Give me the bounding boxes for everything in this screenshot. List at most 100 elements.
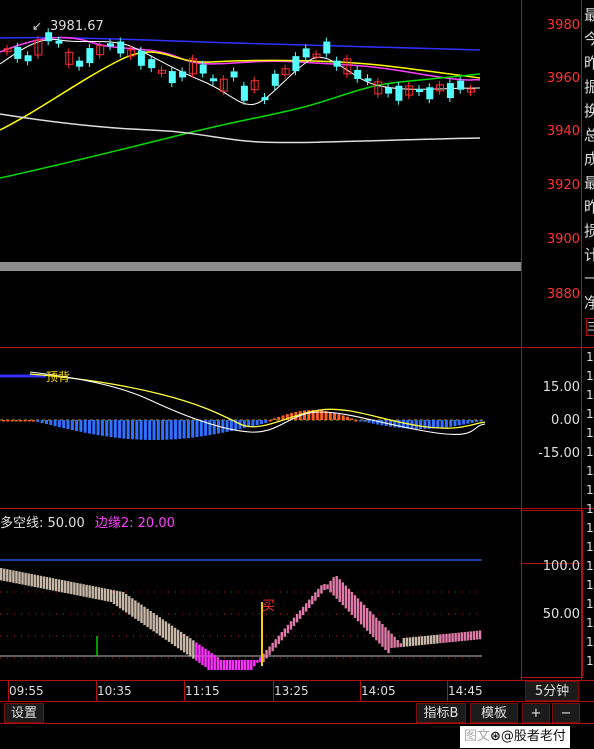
macd-bar [139, 420, 143, 440]
panel-value: 1 [586, 654, 594, 668]
macd-bar [255, 420, 259, 426]
indicator-bar [244, 660, 247, 670]
macd-bar [70, 420, 74, 431]
watermark-prefix: 图文 [464, 729, 491, 744]
indicator-bar [143, 606, 146, 626]
candle [302, 48, 310, 58]
macd-bar [57, 420, 61, 428]
macd-bar [109, 420, 113, 438]
macd-bar [423, 420, 427, 429]
indicator-bar [91, 586, 94, 599]
indicator-bar [478, 630, 482, 640]
indicator-bar [195, 642, 198, 661]
template-button[interactable]: 模板 [470, 703, 518, 723]
indicator-bar [393, 636, 396, 648]
indicator-bar [27, 573, 30, 586]
indicator-bar [390, 633, 393, 648]
candlesticks [3, 28, 475, 105]
indicator-b-button[interactable]: 指标B [416, 703, 466, 723]
indicator-bar [341, 582, 344, 606]
indicator-bar [289, 621, 293, 630]
price-tick: 3880 [546, 287, 580, 302]
panel-value: 1 [586, 616, 594, 630]
macd-bar [466, 420, 470, 424]
indicator-chart[interactable]: 买 [0, 510, 521, 680]
price-tick: 3920 [546, 178, 580, 193]
indicator-bar [51, 578, 55, 591]
candle [107, 43, 114, 47]
indicator-bar [189, 638, 192, 657]
indicator-bars [0, 568, 482, 670]
macd-bar [14, 420, 18, 422]
indicator-bar [286, 624, 290, 634]
macd-bar [100, 420, 104, 436]
candle [292, 56, 300, 72]
panel-value: 1 [586, 521, 594, 535]
macd-bar [75, 420, 79, 431]
period-selector[interactable]: 5分钟 [525, 681, 579, 701]
macd-bar [221, 420, 225, 433]
indicator-bar [36, 575, 39, 588]
macd-bar [212, 420, 216, 435]
macd-bar [242, 420, 246, 429]
indicator-bar [320, 585, 323, 594]
indicator-bar [210, 652, 213, 670]
indicator-bar [451, 633, 454, 642]
quote-info-panel: 最今昨振换总成最昨损计—净 [584, 0, 594, 347]
indicator-bar [439, 634, 442, 644]
zoom-out-button[interactable]: − [552, 703, 580, 723]
divider-bar[interactable] [0, 262, 521, 271]
macd-bar [264, 420, 268, 424]
indicator-bar [472, 631, 476, 640]
candle [446, 83, 454, 99]
indicator-tick: 100.0 [542, 559, 580, 574]
indicator-bar [454, 632, 457, 642]
macd-bar [346, 416, 349, 420]
indicator-bar [216, 657, 219, 670]
indicator-bar [179, 631, 183, 651]
indicator-bar [155, 615, 158, 634]
macd-bar [341, 415, 345, 420]
indicator-bar [9, 569, 12, 583]
candle [261, 97, 269, 101]
indicator-bar [170, 625, 174, 644]
candle [86, 48, 94, 64]
indicator-bar [115, 590, 119, 607]
macd-bar [6, 420, 10, 422]
indicator-bar [314, 592, 317, 601]
indicator-bar [70, 581, 73, 595]
price-tick: 3940 [546, 124, 580, 139]
time-tick: 10:35 [97, 684, 132, 698]
macd-tick: -15.00 [538, 446, 580, 461]
candle [76, 60, 84, 67]
indicator-bar [122, 592, 125, 611]
price-chart[interactable]: ↙ 3981.67 [0, 0, 521, 347]
macd-bar [363, 420, 367, 422]
macd-bar [131, 420, 134, 440]
zoom-in-button[interactable]: + [522, 703, 550, 723]
high-marker: ↙ [32, 19, 42, 33]
indicator-bar [359, 601, 363, 625]
indicator-axis-box [521, 510, 583, 678]
indicator-bar [42, 576, 46, 589]
indicator-bar [146, 608, 149, 628]
panel-value: 1 [586, 540, 594, 554]
candle [333, 60, 341, 67]
panel-value: 1 [586, 578, 594, 592]
macd-chart[interactable]: 顶背 [0, 348, 521, 508]
time-tick: 14:45 [448, 684, 483, 698]
macd-bar [475, 420, 478, 422]
macd-bar [199, 420, 203, 437]
indicator-bar [176, 629, 180, 649]
time-tick: 11:15 [185, 684, 220, 698]
divergence-tag: 顶背 [46, 370, 70, 384]
watermark-text: @股者老付 [500, 729, 566, 744]
candle [250, 80, 259, 91]
indicator-bar [48, 577, 52, 590]
time-sep [360, 681, 361, 701]
indicator-bar [375, 617, 378, 641]
macd-bar [174, 420, 177, 440]
settings-button[interactable]: 设置 [4, 703, 44, 723]
indicator-bar [0, 568, 3, 581]
candle [323, 41, 331, 54]
